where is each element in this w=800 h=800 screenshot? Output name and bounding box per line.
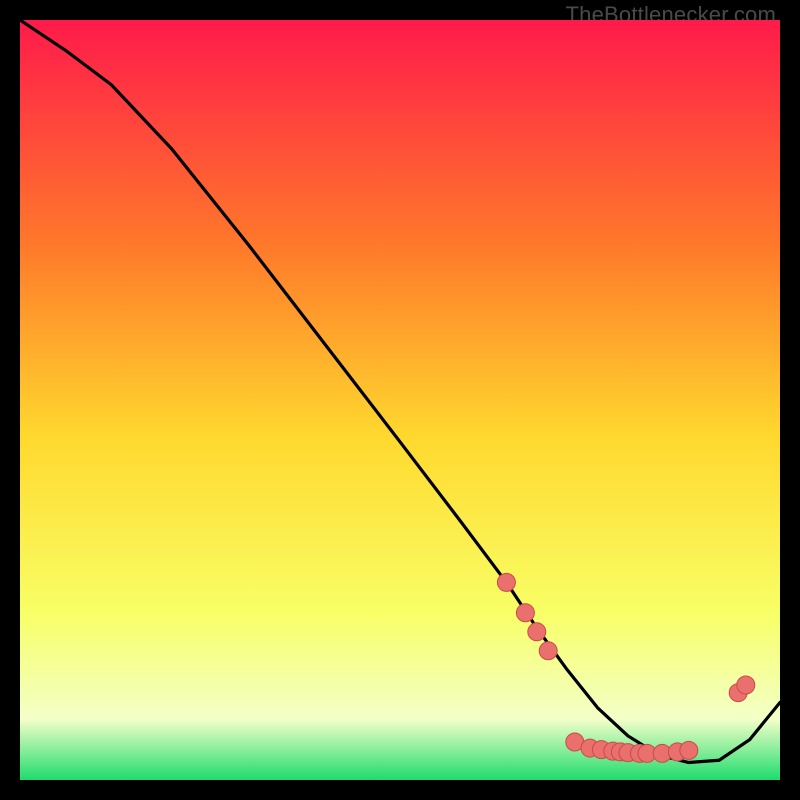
data-marker: [497, 573, 515, 591]
gradient-background: [20, 20, 780, 780]
data-marker: [516, 604, 534, 622]
data-marker: [539, 642, 557, 660]
chart-svg: [20, 20, 780, 780]
data-marker: [680, 741, 698, 759]
data-marker: [737, 676, 755, 694]
data-marker: [528, 623, 546, 641]
chart-frame: [20, 20, 780, 780]
